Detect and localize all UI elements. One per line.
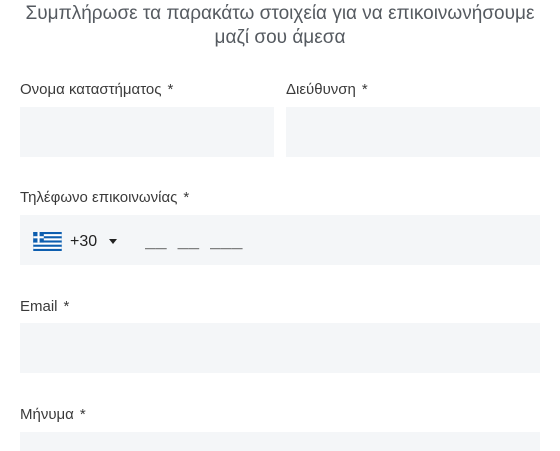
store-name-input[interactable] — [20, 107, 274, 157]
address-label: Διεύθυνση * — [286, 81, 368, 99]
dial-code[interactable]: +30 — [70, 232, 97, 251]
required-asterisk: * — [63, 298, 70, 315]
required-asterisk: * — [361, 81, 368, 98]
phone-label-text: Τηλέφωνο επικοινωνίας — [20, 189, 178, 206]
address-label-text: Διεύθυνση — [286, 81, 356, 98]
message-textarea[interactable] — [20, 432, 540, 451]
chevron-down-icon[interactable] — [109, 239, 117, 244]
contact-form: Συμπλήρωσε τα παρακάτω στοιχεία για να ε… — [0, 0, 560, 451]
phone-input[interactable]: +30 __ __ ___ — [20, 215, 540, 265]
message-label: Μήνυμα * — [20, 406, 86, 424]
store-name-label: Ονομα καταστήματος * — [20, 81, 173, 99]
email-label-text: Email — [20, 298, 58, 315]
form-headline: Συμπλήρωσε τα παρακάτω στοιχεία για να ε… — [0, 2, 560, 50]
store-name-label-text: Ονομα καταστήματος — [20, 81, 162, 98]
required-asterisk: * — [183, 189, 190, 206]
address-input[interactable] — [286, 107, 540, 157]
required-asterisk: * — [79, 406, 86, 423]
form-headline-line2: μαζί σου άμεσα — [214, 27, 346, 48]
phone-number-mask[interactable]: __ __ ___ — [145, 229, 243, 251]
required-asterisk: * — [167, 81, 174, 98]
phone-label: Τηλέφωνο επικοινωνίας * — [20, 189, 189, 207]
email-label: Email * — [20, 298, 69, 316]
email-input[interactable] — [20, 323, 540, 373]
message-label-text: Μήνυμα — [20, 406, 74, 423]
greece-flag-icon[interactable] — [33, 232, 62, 251]
form-headline-line1: Συμπλήρωσε τα παρακάτω στοιχεία για να ε… — [25, 3, 535, 24]
